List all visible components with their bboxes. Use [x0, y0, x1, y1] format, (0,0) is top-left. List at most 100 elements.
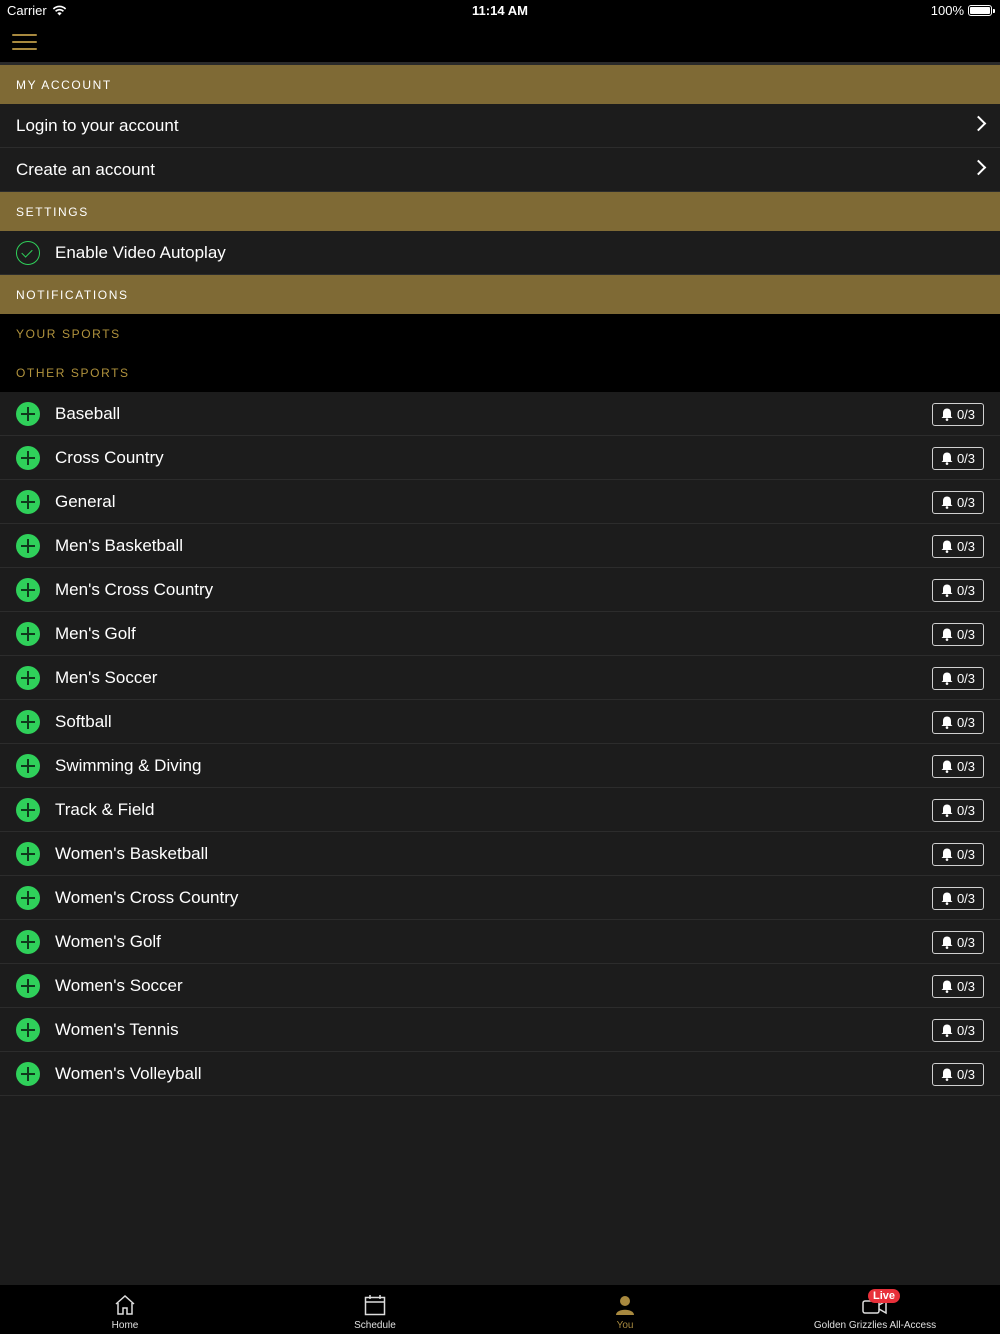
notification-count-button[interactable]: 0/3 — [932, 755, 984, 778]
add-circle-icon[interactable] — [16, 753, 40, 778]
login-row[interactable]: Login to your account — [0, 104, 1000, 148]
sport-row[interactable]: Women's Cross Country 0/3 — [0, 876, 1000, 920]
sport-name: Women's Golf — [55, 931, 161, 951]
home-icon — [113, 1292, 137, 1318]
video-autoplay-row[interactable]: Enable Video Autoplay — [0, 231, 1000, 275]
bell-icon — [941, 496, 953, 509]
add-circle-icon[interactable] — [16, 621, 40, 646]
tab-schedule[interactable]: Schedule — [250, 1285, 500, 1334]
sport-name: Women's Cross Country — [55, 887, 239, 907]
sport-row[interactable]: Men's Golf 0/3 — [0, 612, 1000, 656]
nav-bar — [0, 22, 1000, 65]
notification-count-button[interactable]: 0/3 — [932, 623, 984, 646]
hamburger-menu-icon[interactable] — [12, 34, 37, 50]
sport-row[interactable]: Women's Golf 0/3 — [0, 920, 1000, 964]
notification-count-button[interactable]: 0/3 — [932, 1063, 984, 1086]
sport-name: Women's Basketball — [55, 843, 209, 863]
sport-name: Track & Field — [55, 799, 155, 819]
bell-icon — [941, 804, 953, 817]
add-circle-icon[interactable] — [16, 577, 40, 602]
settings-list: MY ACCOUNT Login to your account Create … — [0, 65, 1000, 1096]
sport-row[interactable]: Men's Soccer 0/3 — [0, 656, 1000, 700]
add-circle-icon[interactable] — [16, 973, 40, 998]
notification-count-button[interactable]: 0/3 — [932, 491, 984, 514]
sport-row[interactable]: Cross Country 0/3 — [0, 436, 1000, 480]
bell-icon — [941, 1024, 953, 1037]
add-circle-icon[interactable] — [16, 1061, 40, 1086]
sport-row[interactable]: Men's Basketball 0/3 — [0, 524, 1000, 568]
bell-icon — [941, 672, 953, 685]
notification-count: 0/3 — [956, 891, 976, 906]
notification-count: 0/3 — [956, 935, 976, 950]
add-circle-icon[interactable] — [16, 1017, 40, 1042]
add-circle-icon[interactable] — [16, 841, 40, 866]
notification-count: 0/3 — [956, 847, 976, 862]
create-account-row[interactable]: Create an account — [0, 148, 1000, 192]
status-bar: Carrier 11:14 AM 100% — [0, 0, 1000, 22]
notification-count-button[interactable]: 0/3 — [932, 887, 984, 910]
add-circle-icon[interactable] — [16, 929, 40, 954]
bell-icon — [941, 408, 953, 421]
sport-name: Men's Soccer — [55, 667, 158, 687]
sport-name: Men's Basketball — [55, 535, 183, 555]
bell-icon — [941, 1068, 953, 1081]
sport-row[interactable]: Women's Volleyball 0/3 — [0, 1052, 1000, 1096]
notification-count-button[interactable]: 0/3 — [932, 1019, 984, 1042]
add-circle-icon[interactable] — [16, 489, 40, 514]
notification-count-button[interactable]: 0/3 — [932, 843, 984, 866]
battery-percent: 100% — [930, 3, 964, 18]
notification-count-button[interactable]: 0/3 — [932, 931, 984, 954]
sport-name: Softball — [55, 711, 112, 731]
notification-count-button[interactable]: 0/3 — [932, 403, 984, 426]
sport-name: Women's Soccer — [55, 975, 183, 995]
add-circle-icon[interactable] — [16, 885, 40, 910]
tab-bar: Home Schedule You Live Golden Grizzlies … — [0, 1285, 1000, 1334]
bell-icon — [941, 848, 953, 861]
sport-name: Men's Golf — [55, 623, 136, 643]
subheader-your-sports: YOUR SPORTS — [0, 314, 1000, 353]
chevron-right-icon — [970, 159, 987, 176]
login-label: Login to your account — [16, 115, 179, 135]
notification-count-button[interactable]: 0/3 — [932, 667, 984, 690]
sport-row[interactable]: General 0/3 — [0, 480, 1000, 524]
create-account-label: Create an account — [16, 159, 155, 179]
sport-name: Women's Volleyball — [55, 1063, 202, 1083]
sport-row[interactable]: Swimming & Diving 0/3 — [0, 744, 1000, 788]
sport-row[interactable]: Women's Soccer 0/3 — [0, 964, 1000, 1008]
sport-row[interactable]: Baseball 0/3 — [0, 392, 1000, 436]
checkmark-circle-icon[interactable] — [16, 240, 40, 265]
notification-count-button[interactable]: 0/3 — [932, 711, 984, 734]
notification-count-button[interactable]: 0/3 — [932, 975, 984, 998]
notification-count-button[interactable]: 0/3 — [932, 447, 984, 470]
sport-row[interactable]: Track & Field 0/3 — [0, 788, 1000, 832]
notification-count: 0/3 — [956, 495, 976, 510]
sport-row[interactable]: Women's Tennis 0/3 — [0, 1008, 1000, 1052]
chevron-right-icon — [970, 115, 987, 132]
sport-row[interactable]: Softball 0/3 — [0, 700, 1000, 744]
tab-schedule-label: Schedule — [354, 1320, 396, 1331]
tab-you[interactable]: You — [500, 1285, 750, 1334]
add-circle-icon[interactable] — [16, 533, 40, 558]
notification-count-button[interactable]: 0/3 — [932, 535, 984, 558]
add-circle-icon[interactable] — [16, 797, 40, 822]
clock: 11:14 AM — [472, 3, 528, 18]
subheader-other-sports: OTHER SPORTS — [0, 353, 1000, 392]
notification-count: 0/3 — [956, 979, 976, 994]
bell-icon — [941, 628, 953, 641]
notification-count-button[interactable]: 0/3 — [932, 579, 984, 602]
add-circle-icon[interactable] — [16, 709, 40, 734]
sport-row[interactable]: Women's Basketball 0/3 — [0, 832, 1000, 876]
tab-all-access[interactable]: Live Golden Grizzlies All-Access — [750, 1285, 1000, 1334]
sport-name: Swimming & Diving — [55, 755, 202, 775]
tab-home[interactable]: Home — [0, 1285, 250, 1334]
bell-icon — [941, 980, 953, 993]
notification-count-button[interactable]: 0/3 — [932, 799, 984, 822]
add-circle-icon[interactable] — [16, 445, 40, 470]
notification-count: 0/3 — [956, 715, 976, 730]
notification-count: 0/3 — [956, 627, 976, 642]
add-circle-icon[interactable] — [16, 401, 40, 426]
sport-row[interactable]: Men's Cross Country 0/3 — [0, 568, 1000, 612]
add-circle-icon[interactable] — [16, 665, 40, 690]
sport-name: Cross Country — [55, 447, 164, 467]
notification-count: 0/3 — [956, 539, 976, 554]
